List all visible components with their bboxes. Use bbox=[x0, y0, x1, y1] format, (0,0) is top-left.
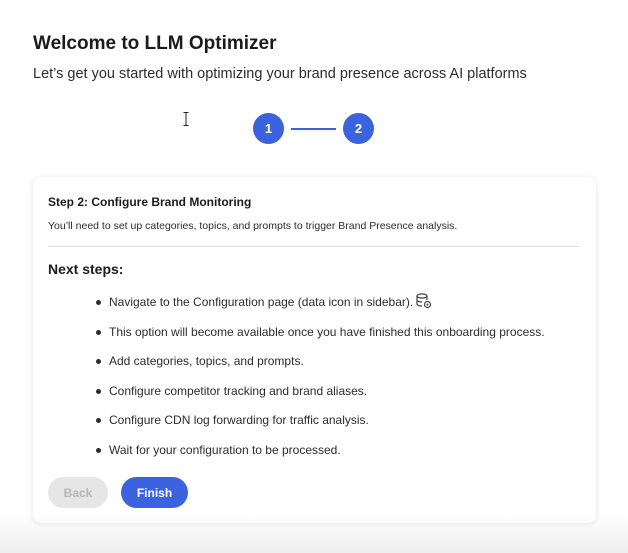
list-item: This option will become available once y… bbox=[95, 322, 545, 352]
step-connector bbox=[291, 127, 336, 130]
next-steps-heading: Next steps: bbox=[48, 261, 124, 277]
list-item-text: Configure CDN log forwarding for traffic… bbox=[109, 413, 369, 427]
list-item-text: Configure competitor tracking and brand … bbox=[109, 383, 368, 398]
text-cursor-icon bbox=[183, 112, 189, 126]
list-item: Wait for your configuration to be proces… bbox=[95, 440, 545, 470]
list-item-text: Wait for your configuration to be proces… bbox=[109, 442, 341, 457]
page-title: Welcome to LLM Optimizer bbox=[33, 33, 277, 54]
page-subtitle: Let’s get you started with optimizing yo… bbox=[33, 66, 527, 82]
database-settings-icon bbox=[415, 292, 433, 310]
progress-stepper: 1 2 bbox=[253, 113, 374, 144]
bullet-icon bbox=[96, 300, 101, 305]
bullet-icon bbox=[96, 388, 101, 394]
list-item-text: Navigate to the Configuration page (data… bbox=[109, 295, 414, 309]
next-steps-list: Navigate to the Configuration page (data… bbox=[95, 292, 545, 469]
card-title: Step 2: Configure Brand Monitoring bbox=[48, 195, 252, 209]
onboarding-dialog: Welcome to LLM Optimizer Let’s get you s… bbox=[0, 0, 628, 553]
divider bbox=[48, 246, 579, 247]
list-item: Configure CDN log forwarding for traffic… bbox=[95, 410, 545, 440]
step-indicator-1: 1 bbox=[253, 113, 284, 144]
bullet-icon bbox=[96, 418, 101, 423]
bullet-icon bbox=[96, 359, 101, 364]
step-card: Step 2: Configure Brand Monitoring You’l… bbox=[33, 177, 596, 523]
list-item: Navigate to the Configuration page (data… bbox=[95, 292, 545, 322]
list-item: Configure competitor tracking and brand … bbox=[95, 381, 545, 411]
list-item-text: This option will become available once y… bbox=[109, 324, 545, 339]
bullet-icon bbox=[96, 329, 101, 335]
list-item: Add categories, topics, and prompts. bbox=[95, 351, 545, 381]
back-button[interactable]: Back bbox=[48, 477, 108, 508]
finish-button[interactable]: Finish bbox=[121, 477, 188, 508]
card-description: You’ll need to set up categories, topics… bbox=[48, 220, 458, 232]
list-item-text: Add categories, topics, and prompts. bbox=[109, 354, 304, 368]
bullet-icon bbox=[96, 447, 101, 453]
step-indicator-2: 2 bbox=[343, 113, 374, 144]
